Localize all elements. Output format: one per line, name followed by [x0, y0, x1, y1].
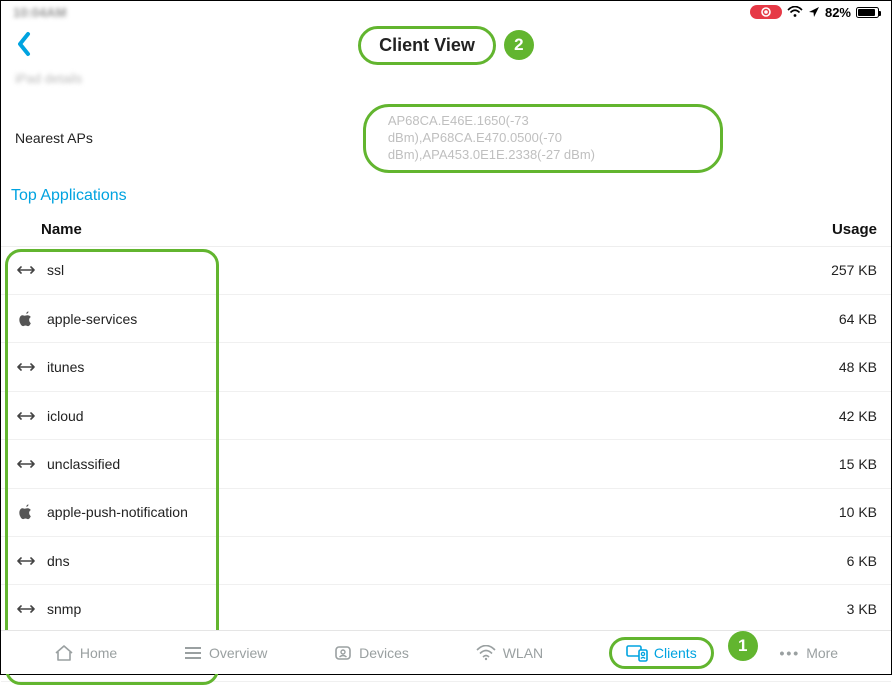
screen-recording-pill	[750, 5, 782, 19]
wlan-icon	[475, 645, 497, 661]
header: Client View 2	[1, 23, 891, 67]
battery-icon	[856, 7, 879, 18]
wifi-icon	[787, 6, 803, 18]
app-name: snmp	[47, 601, 81, 617]
nearest-aps-detail: AP68CA.E46E.1650(-73 dBm),AP68CA.E470.05…	[363, 104, 723, 173]
bidirectional-arrow-icon	[15, 459, 37, 469]
applications-list: ssl257 KBapple-services64 KBitunes48 KBi…	[1, 247, 891, 683]
nav-home[interactable]: Home	[54, 644, 117, 662]
nav-more-label: More	[806, 645, 838, 661]
more-icon: •••	[779, 645, 800, 661]
nearest-aps-row: Nearest APs AP68CA.E46E.1650(-73 dBm),AP…	[1, 104, 891, 173]
nav-devices[interactable]: Devices	[333, 644, 409, 662]
subtitle-blur: iPad details	[15, 71, 891, 86]
table-header: Name Usage	[1, 211, 891, 247]
table-row[interactable]: apple-push-notification 10 KB	[1, 489, 891, 537]
apple-icon	[15, 504, 37, 520]
battery-percent: 82%	[825, 5, 851, 20]
location-icon	[808, 6, 820, 18]
app-usage: 257 KB	[831, 262, 877, 278]
table-row[interactable]: icloud 42 KB	[1, 392, 891, 440]
table-row[interactable]: ssl 257 KB	[1, 247, 891, 295]
app-name: ssl	[47, 262, 64, 278]
bidirectional-arrow-icon	[15, 362, 37, 372]
bidirectional-arrow-icon	[15, 556, 37, 566]
nav-home-label: Home	[80, 645, 117, 661]
bidirectional-arrow-icon	[15, 604, 37, 614]
app-name: apple-push-notification	[47, 504, 188, 520]
back-button[interactable]	[16, 31, 32, 57]
nav-overview[interactable]: Overview	[183, 645, 267, 661]
page-title: Client View	[358, 26, 496, 65]
bidirectional-arrow-icon	[15, 411, 37, 421]
nav-more[interactable]: ••• More	[779, 645, 838, 661]
nav-clients-label: Clients	[654, 645, 697, 661]
status-right: 82%	[750, 5, 879, 20]
app-usage: 6 KB	[847, 553, 877, 569]
nav-wlan[interactable]: WLAN	[475, 645, 543, 661]
nav-devices-label: Devices	[359, 645, 409, 661]
nearest-aps-label: Nearest APs	[15, 130, 93, 146]
bottom-nav: Home Overview Devices WLAN Clients 1 •••…	[1, 630, 891, 674]
app-name: itunes	[47, 359, 84, 375]
table-row[interactable]: snmp 3 KB	[1, 585, 891, 633]
table-row[interactable]: itunes 48 KB	[1, 343, 891, 391]
app-usage: 48 KB	[839, 359, 877, 375]
home-icon	[54, 644, 74, 662]
apple-icon	[15, 311, 37, 327]
app-name: apple-services	[47, 311, 137, 327]
app-name: dns	[47, 553, 70, 569]
devices-icon	[333, 644, 353, 662]
top-applications-title[interactable]: Top Applications	[11, 187, 891, 205]
table-row[interactable]: unclassified 15 KB	[1, 440, 891, 488]
status-bar: 10:04AM 82%	[1, 1, 891, 23]
app-usage: 3 KB	[847, 601, 877, 617]
nav-wlan-label: WLAN	[503, 645, 543, 661]
step-badge-2: 2	[504, 30, 534, 60]
app-name: icloud	[47, 408, 84, 424]
status-left-blur: 10:04AM	[13, 5, 66, 20]
column-name: Name	[41, 221, 82, 238]
table-row[interactable]: apple-services 64 KB	[1, 295, 891, 343]
column-usage: Usage	[832, 221, 877, 238]
nav-overview-label: Overview	[209, 645, 267, 661]
bidirectional-arrow-icon	[15, 265, 37, 275]
clients-icon	[626, 644, 648, 662]
app-name: unclassified	[47, 456, 120, 472]
app-usage: 64 KB	[839, 311, 877, 327]
app-usage: 15 KB	[839, 456, 877, 472]
table-row[interactable]: dns 6 KB	[1, 537, 891, 585]
step-badge-1: 1	[728, 631, 758, 661]
app-usage: 42 KB	[839, 408, 877, 424]
app-usage: 10 KB	[839, 504, 877, 520]
nav-clients[interactable]: Clients 1	[609, 637, 714, 669]
menu-icon	[183, 646, 203, 660]
